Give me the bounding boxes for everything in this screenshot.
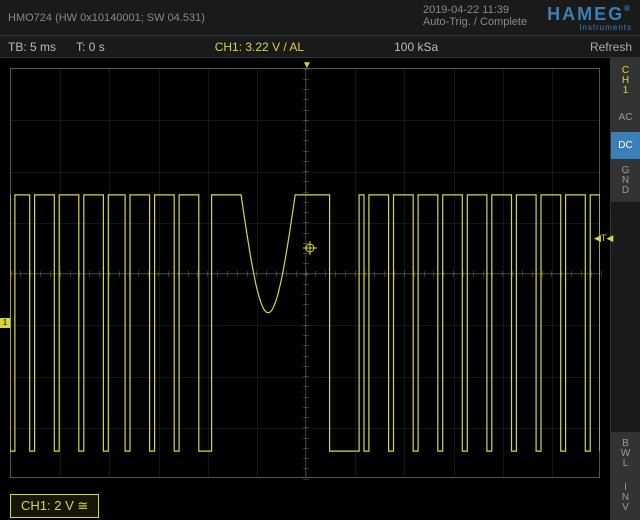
channel-sidebar: CH1 AC DC GND BWL INV xyxy=(610,58,640,520)
sample-rate: 100 kSa xyxy=(394,40,438,54)
time-offset-readout: T: 0 s xyxy=(76,40,105,54)
coupling-ac-button[interactable]: AC xyxy=(611,104,640,132)
timebase-readout: TB: 5 ms xyxy=(8,40,56,54)
trigger-cursor-icon xyxy=(303,241,317,255)
coupling-dc-button[interactable]: DC xyxy=(611,132,640,160)
trigger-status: Auto-Trig. / Complete xyxy=(423,16,527,28)
waveform-ch1 xyxy=(10,68,600,478)
sidebar-spacer xyxy=(611,202,640,432)
brand-logo: HAMEG® xyxy=(547,4,632,24)
ch1-ground-marker[interactable]: 1 xyxy=(0,318,10,328)
coupling-gnd-button[interactable]: GND xyxy=(611,160,640,202)
datetime: 2019-04-22 11:39 xyxy=(423,4,527,16)
trigger-level-marker[interactable]: ◀T◀ xyxy=(594,233,610,243)
ch1-scale-box[interactable]: CH1: 2 V ≅ xyxy=(10,494,99,518)
invert-button[interactable]: INV xyxy=(611,476,640,520)
ch1-trigger-level: CH1: 3.22 V / AL xyxy=(215,40,304,54)
ch1-select-button[interactable]: CH1 xyxy=(611,58,640,104)
bandwidth-limit-button[interactable]: BWL xyxy=(611,432,640,476)
device-info: HMO724 (HW 0x10140001; SW 04.531) xyxy=(8,12,205,24)
oscilloscope-display[interactable]: 1 ◀T◀ ▼ xyxy=(0,58,610,488)
refresh-button[interactable]: Refresh xyxy=(590,40,632,54)
trigger-position-marker[interactable]: ▼ xyxy=(302,60,312,71)
